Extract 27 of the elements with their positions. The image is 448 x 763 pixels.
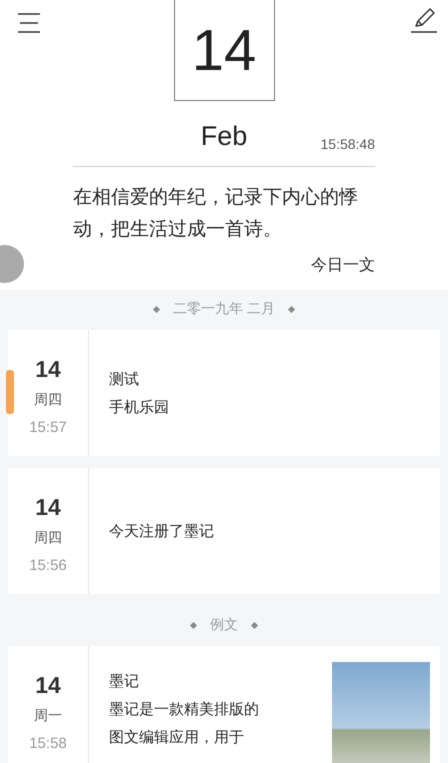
entry-card[interactable]: 14 周四 15:57 测试 手机乐园 [8,330,440,456]
entry-time: 15:57 [29,418,67,438]
entry-day: 14 [35,668,61,702]
entry-time: 15:58 [29,734,67,754]
entry-text: 墨记 [109,671,140,692]
entry-day: 14 [35,352,61,386]
clock-time: 15:58:48 [320,136,375,152]
entry-weekday: 周四 [34,529,62,548]
entry-text: 图文编辑应用，用于 [109,727,245,748]
quote-source: 今日一文 [311,255,375,276]
entry-weekday: 周一 [34,707,62,726]
entry-card[interactable]: 14 周一 15:58 墨记 墨记是一款精美排版的 图文编辑应用，用于 [8,646,440,763]
entry-time: 15:56 [29,556,67,576]
entry-text: 今天注册了墨记 [109,521,215,542]
entry-weekday: 周四 [34,391,62,410]
section-label: 二零一九年 二月 [172,300,276,318]
section-label: 例文 [210,616,238,634]
entry-day: 14 [35,490,61,524]
edit-icon[interactable] [410,6,438,34]
entry-card[interactable]: 14 周四 15:56 今天注册了墨记 [8,468,440,594]
entry-text: 手机乐园 [109,397,170,418]
entry-text: 测试 [109,369,140,390]
month-label: Feb [200,120,248,152]
daily-quote: 在相信爱的年纪，记录下内心的悸动，把生活过成一首诗。 [73,185,359,242]
entry-text: 墨记是一款精美排版的 [109,699,260,720]
menu-icon[interactable] [17,13,41,33]
date-day: 14 [174,0,274,101]
